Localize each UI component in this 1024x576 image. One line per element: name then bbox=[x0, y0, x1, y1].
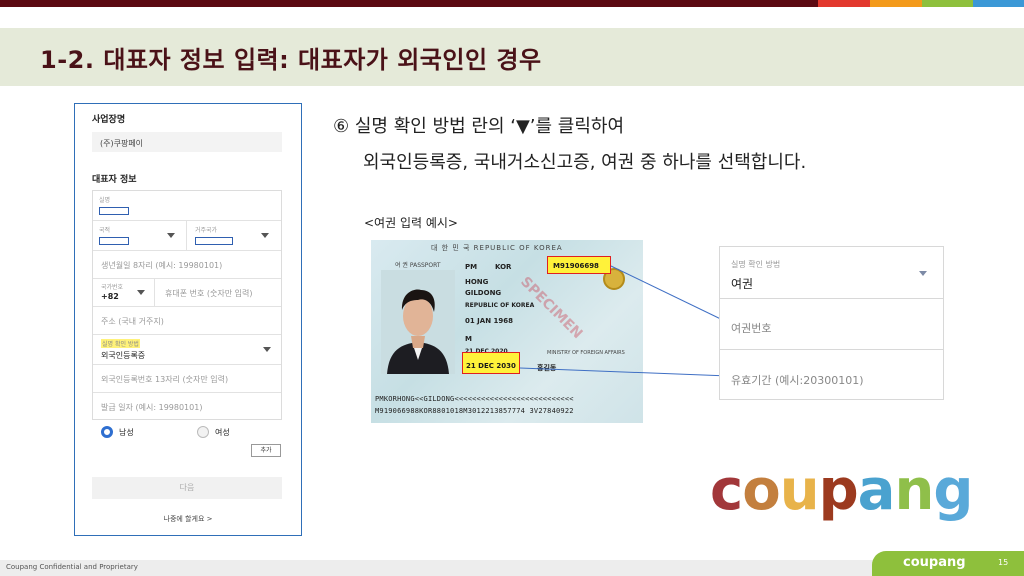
example-expiry-placeholder: 유효기간 (예시:20300101) bbox=[731, 374, 864, 387]
chevron-down-icon bbox=[261, 233, 269, 238]
name-highlight-box bbox=[99, 207, 129, 215]
registration-number-field[interactable]: 외국인등록번호 13자리 (숫자만 입력) bbox=[93, 365, 281, 393]
stripe-orange bbox=[870, 0, 922, 7]
example-passport-number-field[interactable]: 여권번호 bbox=[720, 300, 943, 350]
coupang-logo: coupang bbox=[710, 458, 973, 523]
passport-no-redbox bbox=[547, 256, 611, 274]
gender-male-label: 남성 bbox=[119, 428, 134, 437]
passport-mrz-line-2: M919066988KOR8801018M3012213857774 3V278… bbox=[375, 407, 574, 415]
passport-sample-image: 대 한 민 국 REPUBLIC OF KOREA 여 권 PASSPORT P… bbox=[371, 240, 643, 423]
phone-form-mockup: 사업장명 (주)쿠팡페이 대표자 정보 실명 국적 거주국가 생년월일 8자리 … bbox=[74, 103, 302, 536]
country-code-value: +82 bbox=[101, 292, 119, 301]
example-verify-label: 실명 확인 방법 bbox=[731, 260, 781, 269]
phone-row: 국가번호 +82 휴대폰 번호 (숫자만 입력) bbox=[93, 279, 281, 307]
logo-letter-u: u bbox=[779, 458, 820, 523]
chevron-down-icon bbox=[167, 233, 175, 238]
residence-highlight-box bbox=[195, 237, 233, 245]
example-passport-number-placeholder: 여권번호 bbox=[731, 322, 772, 335]
passport-country: KOR bbox=[495, 263, 512, 271]
page-title: 1-2. 대표자 정보 입력: 대표자가 외국인인 경우 bbox=[40, 46, 542, 74]
radio-female[interactable] bbox=[197, 426, 209, 438]
logo-letter-o: o bbox=[742, 458, 780, 523]
passport-example-form: 실명 확인 방법 여권 여권번호 유효기간 (예시:20300101) bbox=[719, 246, 944, 400]
later-link[interactable]: 나중에 할게요 > bbox=[75, 514, 301, 524]
nationality-label: 국적 bbox=[99, 227, 111, 234]
stripe-green bbox=[922, 0, 973, 7]
example-verify-select[interactable]: 실명 확인 방법 여권 bbox=[720, 247, 943, 299]
stripe-red bbox=[818, 0, 870, 7]
chevron-down-icon bbox=[137, 290, 145, 295]
birth-field[interactable]: 생년월일 8자리 (예시: 19980101) bbox=[93, 251, 281, 279]
radio-male[interactable] bbox=[101, 426, 113, 438]
confidential-notice: Coupang Confidential and Proprietary bbox=[6, 563, 138, 571]
rep-info-box: 실명 국적 거주국가 생년월일 8자리 (예시: 19980101) 국가번호 … bbox=[92, 190, 282, 420]
rep-section-label: 대표자 정보 bbox=[92, 175, 137, 185]
nationality-select[interactable]: 국적 bbox=[93, 221, 187, 250]
registration-placeholder: 외국인등록번호 13자리 (숫자만 입력) bbox=[101, 375, 229, 384]
passport-sex: M bbox=[465, 335, 472, 343]
verify-method-value: 외국인등록증 bbox=[101, 351, 146, 360]
top-bar bbox=[0, 0, 1024, 7]
logo-letter-a: a bbox=[857, 458, 896, 523]
name-label: 실명 bbox=[99, 197, 111, 204]
expiry-redbox bbox=[462, 352, 520, 374]
title-banner: 1-2. 대표자 정보 입력: 대표자가 외국인인 경우 bbox=[0, 28, 1024, 86]
instruction-line-2: 외국인등록증, 국내거소신고증, 여권 중 하나를 선택합니다. bbox=[363, 152, 807, 173]
residence-country-select[interactable]: 거주국가 bbox=[187, 221, 281, 250]
logo-letter-c: c bbox=[710, 458, 743, 523]
issue-date-placeholder: 발급 일자 (예시: 19980101) bbox=[101, 403, 203, 412]
footer: Coupang Confidential and Proprietary cou… bbox=[0, 551, 1024, 576]
logo-letter-g: g bbox=[933, 458, 973, 523]
chevron-down-icon[interactable] bbox=[919, 271, 927, 276]
verify-method-select[interactable]: 실명 확인 방법 외국인등록증 bbox=[93, 335, 281, 365]
passport-header: 대 한 민 국 REPUBLIC OF KOREA bbox=[431, 244, 563, 252]
add-button[interactable]: 추가 bbox=[251, 444, 281, 457]
issue-date-field[interactable]: 발급 일자 (예시: 19980101) bbox=[93, 393, 281, 421]
gender-female-label: 여성 bbox=[215, 428, 230, 437]
logo-letter-n: n bbox=[894, 458, 934, 523]
name-field[interactable]: 실명 bbox=[93, 191, 281, 221]
passport-given-name: GILDONG bbox=[465, 289, 502, 297]
nationality-highlight-box bbox=[99, 237, 129, 245]
passport-authority: MINISTRY OF FOREIGN AFFAIRS bbox=[547, 350, 625, 356]
country-code-select[interactable]: 국가번호 +82 bbox=[93, 279, 155, 306]
passport-doc-label: 여 권 PASSPORT bbox=[395, 262, 441, 269]
page-number: 15 bbox=[998, 558, 1009, 567]
nationality-row: 국적 거주국가 bbox=[93, 221, 281, 251]
passport-type: PM bbox=[465, 263, 478, 271]
footer-brand-tab: coupang 15 bbox=[872, 551, 1024, 576]
passport-mrz-line-1: PMKORHONG<<GILDONG<<<<<<<<<<<<<<<<<<<<<<… bbox=[375, 395, 574, 403]
passport-birth: 01 JAN 1968 bbox=[465, 317, 513, 325]
footer-brand: coupang bbox=[903, 555, 966, 570]
verify-method-label: 실명 확인 방법 bbox=[101, 339, 140, 348]
passport-signature: 홍길동 bbox=[537, 364, 557, 372]
next-button[interactable]: 다음 bbox=[92, 477, 282, 499]
instruction-line-1: ⑥ 실명 확인 방법 란의 ‘▼’를 클릭하여 bbox=[333, 116, 625, 137]
logo-letter-p: p bbox=[818, 458, 859, 523]
portrait-photo bbox=[381, 270, 455, 374]
biz-name-label: 사업장명 bbox=[92, 115, 126, 125]
address-placeholder: 주소 (국내 거주지) bbox=[101, 317, 164, 326]
stripe-blue bbox=[973, 0, 1024, 7]
example-expiry-field[interactable]: 유효기간 (예시:20300101) bbox=[720, 351, 943, 399]
residence-country-label: 거주국가 bbox=[195, 227, 218, 234]
passport-nationality: REPUBLIC OF KOREA bbox=[465, 302, 535, 309]
address-field[interactable]: 주소 (국내 거주지) bbox=[93, 307, 281, 335]
phone-input[interactable]: 휴대폰 번호 (숫자만 입력) bbox=[165, 288, 252, 299]
chevron-down-icon[interactable] bbox=[263, 347, 271, 352]
passport-surname: HONG bbox=[465, 278, 489, 286]
birth-placeholder: 생년월일 8자리 (예시: 19980101) bbox=[101, 261, 223, 270]
example-caption: <여권 입력 예시> bbox=[364, 216, 458, 230]
slide: 1-2. 대표자 정보 입력: 대표자가 외국인인 경우 사업장명 (주)쿠팡페… bbox=[0, 0, 1024, 576]
biz-name-field[interactable]: (주)쿠팡페이 bbox=[92, 132, 282, 152]
country-code-label: 국가번호 bbox=[101, 284, 124, 291]
example-verify-value: 여권 bbox=[731, 277, 754, 291]
